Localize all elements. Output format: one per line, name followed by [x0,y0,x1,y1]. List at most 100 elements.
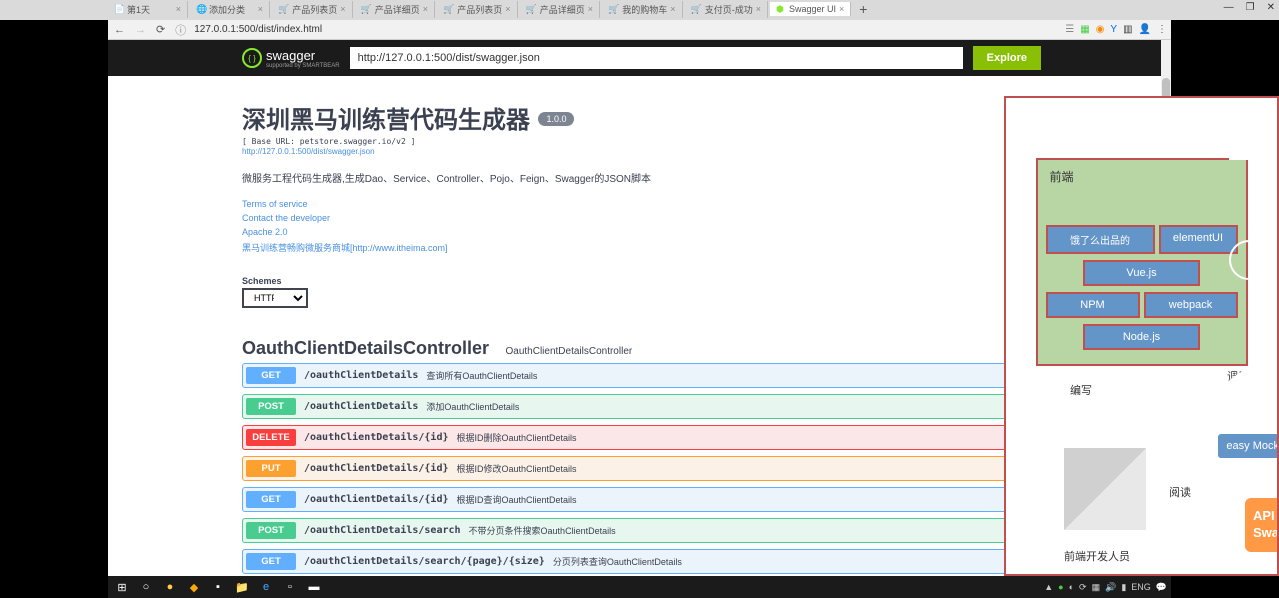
close-icon[interactable]: × [839,4,844,14]
close-icon[interactable]: × [670,4,675,14]
operation-row[interactable]: POST /oauthClientDetails 添加OauthClientDe… [242,394,1037,419]
schemes-label: Schemes [242,276,1037,286]
spec-url-input[interactable] [350,47,963,69]
new-tab-button[interactable]: + [853,1,873,17]
extension-icon[interactable]: ▦ [1080,24,1089,35]
extension-icon[interactable]: ☰ [1065,24,1074,35]
cart-icon: 🛒 [526,4,537,15]
frontend-box: 前端 饿了么出品的 elementUI Vue.js NPM webpack N… [1036,158,1248,366]
operation-row[interactable]: PUT /oauthClientDetails/{id} 根据ID修改Oauth… [242,456,1037,481]
base-url: [ Base URL: petstore.swagger.io/v2 ] [242,137,1037,146]
extension-icon[interactable]: ▥ [1123,24,1132,35]
edge-icon[interactable]: e [256,578,276,596]
explorer-icon[interactable]: 📁 [232,578,252,596]
close-icon[interactable]: × [176,4,181,14]
contact-link[interactable]: Contact the developer [242,213,1037,223]
tray-icon[interactable]: ◐ [1069,582,1074,592]
extension-icon[interactable]: Y [1110,24,1117,35]
explore-button[interactable]: Explore [973,46,1041,70]
schemes-select[interactable]: HTTP [242,288,308,308]
close-icon[interactable]: × [505,4,510,14]
controller-desc: OauthClientDetailsController [505,346,632,357]
swagger-logo: { } swagger supported by SMARTBEAR [242,48,340,69]
menu-icon[interactable]: ⋮ [1157,24,1167,35]
close-icon[interactable]: × [423,4,428,14]
cart-icon: 🛒 [361,4,372,15]
operation-summary: 查询所有OauthClientDetails [426,369,537,382]
method-badge: POST [246,398,296,415]
close-icon[interactable]: × [756,4,761,14]
cortana-icon[interactable]: ○ [136,578,156,596]
tray-icon[interactable]: ⟳ [1079,582,1087,593]
operation-row[interactable]: GET /oauthClientDetails/search/{page}/{s… [242,549,1037,574]
url-input[interactable] [194,24,1059,35]
operation-row[interactable]: DELETE /oauthClientDetails/{id} 根据ID删除Oa… [242,425,1037,450]
cart-icon: 🛒 [443,4,454,15]
browser-tab[interactable]: 🌐添加分类× [190,1,270,18]
tech-node: Node.js [1083,324,1200,350]
minimize-icon[interactable]: — [1224,2,1234,13]
network-icon[interactable]: ▦ [1092,582,1101,593]
tray-icon[interactable]: ● [1058,582,1063,592]
method-badge: PUT [246,460,296,477]
operation-path: /oauthClientDetails/{id} [304,494,449,505]
browser-tab[interactable]: 🛒产品列表页× [272,1,353,18]
reload-icon[interactable]: ⟳ [154,23,167,36]
close-icon[interactable]: × [340,4,345,14]
back-button[interactable] [1229,360,1259,400]
cart-icon: 🛒 [278,4,289,15]
browser-tab[interactable]: 🛒支付页-成功× [685,1,768,18]
globe-icon: 🌐 [196,4,206,14]
notifications-icon[interactable]: 💬 [1156,582,1167,593]
operation-row[interactable]: GET /oauthClientDetails 查询所有OauthClientD… [242,363,1037,388]
extension-icon[interactable]: ◉ [1096,24,1105,35]
operation-summary: 根据ID查询OauthClientDetails [457,493,577,506]
tech-eleme: 饿了么出品的 [1046,225,1155,254]
terminal-icon[interactable]: ▪ [208,578,228,596]
license-link[interactable]: Apache 2.0 [242,227,1037,237]
language-indicator[interactable]: ENG [1131,582,1151,592]
tech-npm: NPM [1046,292,1140,318]
close-icon[interactable]: × [588,4,593,14]
method-badge: GET [246,367,296,384]
info-icon[interactable]: ⓘ [173,22,188,38]
operation-row[interactable]: GET /oauthClientDetails/{id} 根据ID查询Oauth… [242,487,1037,512]
home-button[interactable] [1229,240,1269,280]
app-icon[interactable]: ◆ [184,578,204,596]
start-button[interactable]: ⊞ [112,578,132,596]
browser-tab[interactable]: 🛒产品详细页× [520,1,601,18]
back-icon[interactable]: ← [112,24,127,36]
forward-icon[interactable]: → [133,24,148,36]
operation-summary: 添加OauthClientDetails [426,400,519,413]
close-icon[interactable]: × [258,4,263,14]
app-icon[interactable]: ▬ [304,578,324,596]
recents-button[interactable] [1229,120,1269,160]
browser-tab[interactable]: 🛒我的购物车× [602,1,683,18]
address-bar: ← → ⟳ ⓘ ☰ ▦ ◉ Y ▥ 👤 ⋮ [108,20,1171,40]
spec-link[interactable]: http://127.0.0.1:500/dist/swagger.json [242,147,1037,156]
operation-path: /oauthClientDetails [304,401,418,412]
browser-tab-active[interactable]: ⬢Swagger UI× [770,2,851,16]
website-link[interactable]: 黑马训练营畅购微服务商城[http://www.itheima.com] [242,241,1037,254]
swagger-topbar: { } swagger supported by SMARTBEAR Explo… [108,40,1171,76]
api-title: 深圳黑马训练营代码生成器 [242,107,530,134]
frontend-title: 前端 [1050,168,1238,185]
tray-icon[interactable]: ▲ [1044,582,1053,592]
battery-icon[interactable]: ▮ [1121,582,1126,593]
operation-summary: 不带分页条件搜索OauthClientDetails [469,524,616,537]
system-tray[interactable]: ▲ ● ◐ ⟳ ▦ 🔊 ▮ ENG 💬 [1044,582,1167,593]
chrome-icon[interactable]: ● [160,578,180,596]
close-icon[interactable]: ✕ [1267,2,1275,13]
volume-icon[interactable]: 🔊 [1105,582,1116,593]
profile-icon[interactable]: 👤 [1139,24,1151,35]
maximize-icon[interactable]: ❐ [1246,2,1255,13]
tos-link[interactable]: Terms of service [242,199,1037,209]
operation-path: /oauthClientDetails [304,370,418,381]
browser-tab[interactable]: 📄第1天× [108,1,188,18]
api-swagger-box: API Swa [1245,498,1279,552]
swagger-icon: ⬢ [776,4,786,14]
app-icon[interactable]: ▫ [280,578,300,596]
operation-row[interactable]: POST /oauthClientDetails/search 不带分页条件搜索… [242,518,1037,543]
browser-tab[interactable]: 🛒产品详细页× [355,1,436,18]
browser-tab[interactable]: 🛒产品列表页× [437,1,518,18]
